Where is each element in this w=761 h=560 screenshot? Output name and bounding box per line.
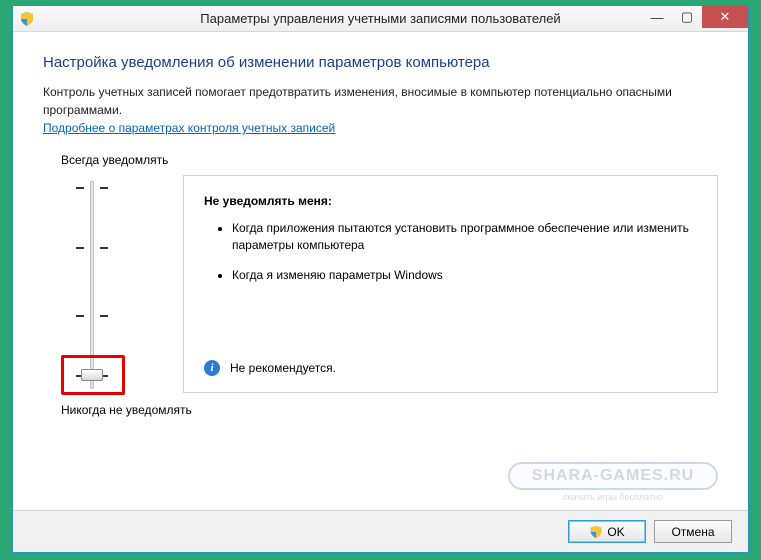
slider-row: Не уведомлять меня: Когда приложения пыт… bbox=[43, 175, 718, 395]
cancel-button[interactable]: Отмена bbox=[654, 520, 732, 543]
description-panel: Не уведомлять меня: Когда приложения пыт… bbox=[183, 175, 718, 393]
shield-icon bbox=[589, 525, 603, 539]
window-title: Параметры управления учетными записями п… bbox=[13, 11, 748, 26]
description-list: Когда приложения пытаются установить про… bbox=[232, 220, 697, 284]
intro-text: Контроль учетных записей помогает предот… bbox=[43, 83, 718, 119]
slider-tick bbox=[76, 315, 108, 317]
watermark: SHARA-GAMES.RU скачать игры бесплатно bbox=[508, 462, 718, 504]
ok-button[interactable]: OK bbox=[568, 520, 646, 543]
info-icon: i bbox=[204, 360, 220, 376]
page-heading: Настройка уведомления об изменении парам… bbox=[43, 54, 718, 71]
cancel-label: Отмена bbox=[671, 525, 714, 539]
maximize-button[interactable]: ▢ bbox=[672, 6, 702, 28]
list-item: Когда я изменяю параметры Windows bbox=[232, 267, 697, 284]
list-item: Когда приложения пытаются установить про… bbox=[232, 220, 697, 255]
slider-thumb[interactable] bbox=[81, 369, 103, 381]
recommendation-row: i Не рекомендуется. bbox=[204, 360, 336, 376]
dialog-footer: OK Отмена bbox=[13, 510, 748, 552]
ok-label: OK bbox=[607, 525, 624, 539]
slider-track bbox=[90, 181, 94, 389]
slider-label-never: Никогда не уведомлять bbox=[61, 403, 718, 417]
slider-area: Всегда уведомлять Не уведомлять меня: Ко… bbox=[43, 153, 718, 417]
description-title: Не уведомлять меня: bbox=[204, 194, 697, 208]
watermark-main: SHARA-GAMES.RU bbox=[508, 462, 718, 490]
titlebar: Параметры управления учетными записями п… bbox=[13, 6, 748, 32]
window-controls: — ▢ ✕ bbox=[642, 6, 748, 28]
slider-label-always: Всегда уведомлять bbox=[61, 153, 718, 167]
uac-settings-window: Параметры управления учетными записями п… bbox=[12, 5, 749, 553]
recommendation-text: Не рекомендуется. bbox=[230, 361, 336, 375]
shield-icon bbox=[19, 11, 35, 27]
learn-more-link[interactable]: Подробнее о параметрах контроля учетных … bbox=[43, 121, 335, 135]
minimize-button[interactable]: — bbox=[642, 6, 672, 28]
slider-tick bbox=[76, 187, 108, 189]
close-button[interactable]: ✕ bbox=[702, 6, 748, 28]
uac-slider[interactable] bbox=[43, 175, 143, 395]
content-area: Настройка уведомления об изменении парам… bbox=[13, 32, 748, 427]
slider-tick bbox=[76, 247, 108, 249]
watermark-sub: скачать игры бесплатно bbox=[508, 492, 718, 502]
